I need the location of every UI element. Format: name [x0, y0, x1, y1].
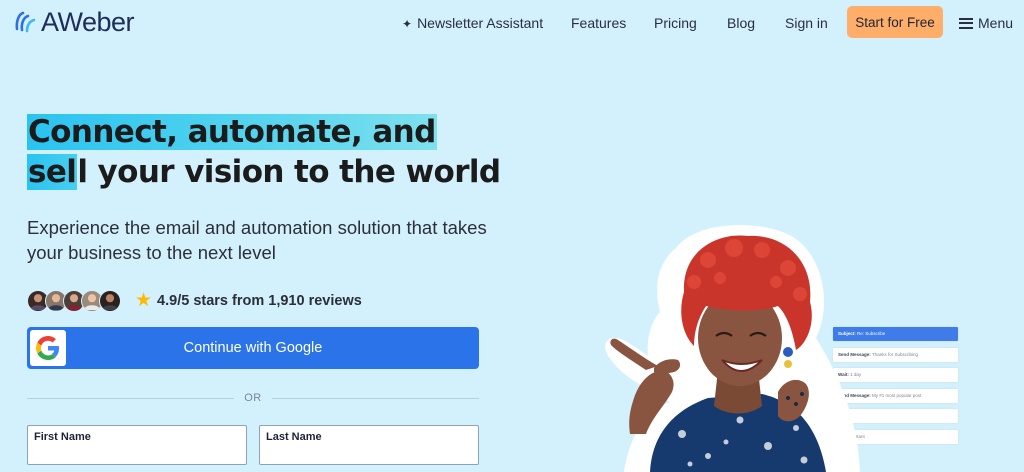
nav-blog[interactable]: Blog — [727, 15, 755, 31]
woman-pointing-photo — [605, 225, 860, 472]
or-divider: OR — [27, 392, 479, 404]
nav-features[interactable]: Features — [571, 15, 626, 31]
google-button-label: Continue with Google — [183, 340, 323, 356]
first-name-label: First Name — [34, 431, 91, 443]
avatar — [99, 290, 121, 312]
continue-with-google-button[interactable]: Continue with Google — [27, 327, 479, 369]
logo-wordmark: AWeber — [41, 6, 135, 37]
google-logo-icon — [30, 330, 66, 366]
or-label: OR — [244, 392, 262, 404]
hamburger-icon — [959, 17, 973, 29]
hero-illustration: Subject: Re: Subscribe Send Message: Tha… — [590, 220, 1024, 472]
first-name-input[interactable] — [34, 446, 239, 462]
hero-headline: Connect, automate, and sell your vision … — [27, 112, 507, 192]
hero-subhead: Experience the email and automation solu… — [27, 217, 487, 263]
star-icon: ★ — [135, 290, 153, 311]
nav-assistant-label: Newsletter Assistant — [417, 15, 544, 31]
last-name-label: Last Name — [266, 431, 322, 443]
menu-button[interactable]: Menu — [959, 0, 1013, 46]
first-name-field[interactable]: First Name — [27, 425, 247, 465]
headline-highlight-sel: sel — [27, 154, 78, 190]
nav-pricing[interactable]: Pricing — [654, 15, 697, 31]
headline-char-l: l — [77, 154, 88, 190]
nav-sign-in[interactable]: Sign in — [785, 15, 828, 31]
headline-line-1: Connect, automate, and — [27, 114, 437, 150]
last-name-input[interactable] — [266, 446, 471, 462]
aweber-wave-icon — [15, 11, 36, 33]
last-name-field[interactable]: Last Name — [259, 425, 479, 465]
menu-label: Menu — [978, 15, 1014, 31]
start-for-free-button[interactable]: Start for Free — [847, 6, 943, 38]
nav-newsletter-assistant[interactable]: ✦ Newsletter Assistant — [402, 15, 543, 31]
reviewer-avatars — [27, 290, 121, 312]
aweber-logo[interactable]: AWeber — [14, 6, 135, 38]
headline-rest: your vision to the world — [87, 154, 502, 190]
reviews-row: ★ 4.9/5 stars from 1,910 reviews — [27, 290, 362, 312]
top-nav: AWeber ✦ Newsletter Assistant Features Pr… — [0, 0, 1024, 46]
rating-text: 4.9/5 stars from 1,910 reviews — [157, 293, 362, 309]
sparkle-icon: ✦ — [402, 17, 413, 31]
